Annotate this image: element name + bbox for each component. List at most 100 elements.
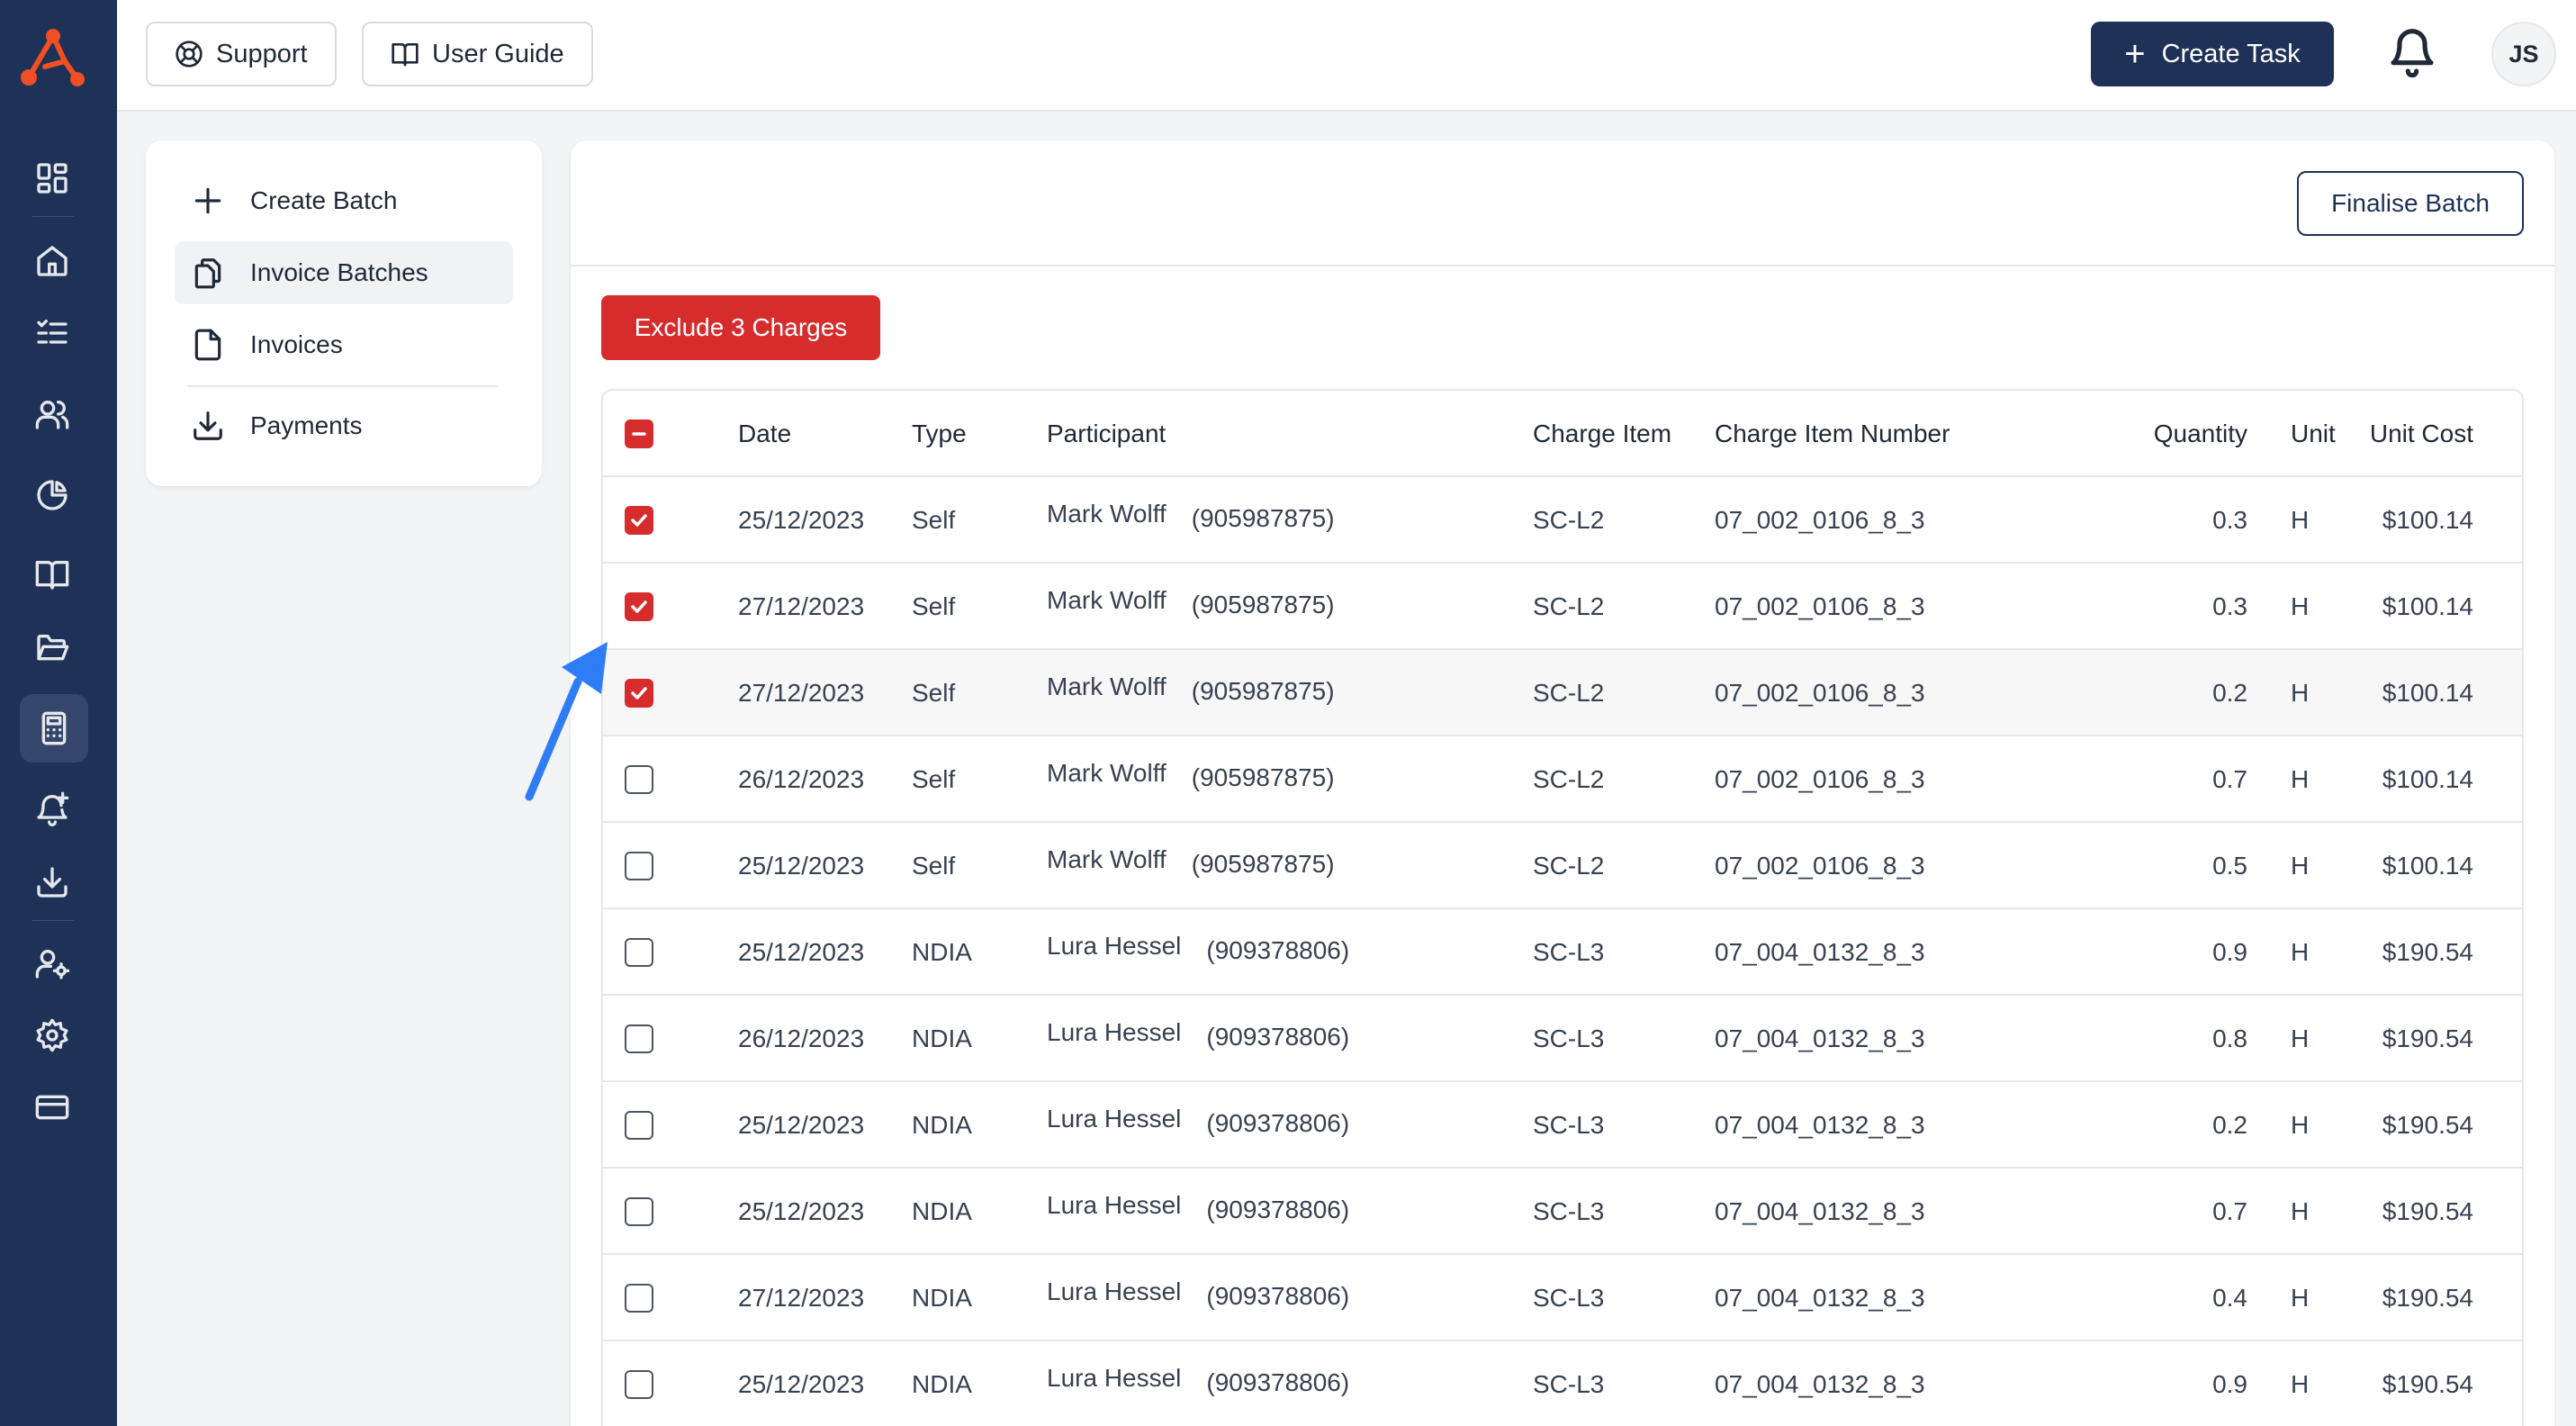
user-settings-icon[interactable] — [25, 936, 79, 990]
cell-type: NDIA — [912, 1024, 972, 1052]
tasks-icon[interactable] — [25, 306, 79, 360]
cell-date: 27/12/2023 — [738, 679, 865, 707]
row-checkbox[interactable] — [625, 765, 653, 794]
menu-item-create-batch[interactable]: Create Batch — [175, 169, 513, 232]
pie-chart-icon[interactable] — [25, 468, 79, 522]
app-logo[interactable] — [18, 25, 88, 90]
cell-type: NDIA — [912, 1370, 972, 1398]
menu-item-invoices[interactable]: Invoices — [175, 313, 513, 376]
row-checkbox[interactable] — [625, 938, 653, 967]
row-checkbox[interactable] — [625, 1284, 653, 1313]
dashboard-icon[interactable] — [25, 151, 79, 205]
cell-type: NDIA — [912, 1111, 972, 1139]
create-task-button[interactable]: + Create Task — [2091, 22, 2334, 86]
row-checkbox[interactable] — [625, 1024, 653, 1053]
table-row[interactable]: 25/12/2023 NDIA Lura Hessel (909378806) SC-L… — [603, 1082, 2522, 1169]
cell-quantity: 0.4 — [2212, 1284, 2247, 1312]
finalise-batch-button[interactable]: Finalise Batch — [2297, 171, 2524, 236]
support-button[interactable]: Support — [146, 22, 337, 86]
avatar-initials: JS — [2508, 40, 2539, 68]
table-row[interactable]: 26/12/2023 NDIA Lura Hessel (909378806) SC-L… — [603, 996, 2522, 1082]
participant-name[interactable]: Lura Hessel — [1047, 1105, 1181, 1133]
credit-card-icon[interactable] — [25, 1080, 79, 1134]
column-header-date[interactable]: Date — [738, 391, 791, 477]
cell-date: 26/12/2023 — [738, 765, 865, 793]
cell-type: Self — [912, 506, 956, 534]
cell-date: 25/12/2023 — [738, 1111, 865, 1139]
participant-name[interactable]: Lura Hessel — [1047, 1191, 1181, 1220]
participant-name[interactable]: Mark Wolff — [1047, 500, 1166, 528]
table-row[interactable]: 26/12/2023 Self Mark Wolff (905987875) SC-L2… — [603, 736, 2522, 823]
table-row[interactable]: 25/12/2023 NDIA Lura Hessel (909378806) SC-L… — [603, 1341, 2522, 1426]
row-checkbox[interactable] — [625, 679, 653, 708]
participant-name[interactable]: Mark Wolff — [1047, 845, 1166, 874]
top-bar: Support User Guide + Create Task JS — [117, 0, 2576, 112]
cell-charge-item: SC-L3 — [1533, 1197, 1605, 1225]
column-header-participant[interactable]: Participant — [1047, 391, 1166, 477]
row-checkbox[interactable] — [625, 1111, 653, 1140]
cell-quantity: 0.3 — [2212, 592, 2247, 620]
calculator-icon[interactable] — [20, 694, 88, 763]
cell-unit-cost: $190.54 — [2382, 938, 2473, 966]
column-header-quantity[interactable]: Quantity — [2043, 391, 2247, 477]
column-header-type[interactable]: Type — [912, 391, 967, 477]
cell-charge-item: SC-L3 — [1533, 1111, 1605, 1139]
table-row[interactable]: 25/12/2023 Self Mark Wolff (905987875) SC-L2… — [603, 823, 2522, 909]
download-icon[interactable] — [25, 855, 79, 909]
row-checkbox[interactable] — [625, 506, 653, 535]
cell-participant: Mark Wolff (905987875) — [1047, 560, 1335, 646]
users-icon[interactable] — [25, 387, 79, 441]
cell-date: 25/12/2023 — [738, 1370, 865, 1398]
table-row[interactable]: 27/12/2023 Self Mark Wolff (905987875) SC-L2… — [603, 650, 2522, 736]
participant-name[interactable]: Mark Wolff — [1047, 759, 1166, 788]
cell-charge-item: SC-L2 — [1533, 765, 1605, 793]
home-icon[interactable] — [25, 234, 79, 288]
cell-date: 25/12/2023 — [738, 1197, 865, 1225]
column-header-charge-item-number[interactable]: Charge Item Number — [1715, 391, 1950, 477]
select-all-checkbox[interactable] — [625, 420, 653, 448]
menu-item-invoice-batches[interactable]: Invoice Batches — [175, 241, 513, 304]
column-header-unit[interactable]: Unit — [2291, 391, 2336, 477]
participant-name[interactable]: Mark Wolff — [1047, 672, 1166, 701]
book-icon[interactable] — [25, 547, 79, 601]
cell-type: Self — [912, 765, 956, 793]
table-row[interactable]: 25/12/2023 Self Mark Wolff (905987875) SC-L2… — [603, 477, 2522, 564]
table-row[interactable]: 25/12/2023 NDIA Lura Hessel (909378806) SC-L… — [603, 1169, 2522, 1255]
cell-date: 27/12/2023 — [738, 592, 865, 620]
cell-date: 25/12/2023 — [738, 938, 865, 966]
invoices-side-menu: Create Batch Invoice Batches Invoices Pa… — [146, 140, 542, 486]
participant-name[interactable]: Lura Hessel — [1047, 1364, 1181, 1393]
cell-charge-item: SC-L3 — [1533, 1284, 1605, 1312]
cell-charge-item: SC-L2 — [1533, 592, 1605, 620]
table-row[interactable]: 27/12/2023 NDIA Lura Hessel (909378806) SC-L… — [603, 1255, 2522, 1341]
participant-name[interactable]: Lura Hessel — [1047, 1018, 1181, 1047]
participant-id: (905987875) — [1191, 850, 1335, 878]
table-row[interactable]: 25/12/2023 NDIA Lura Hessel (909378806) SC-L… — [603, 909, 2522, 996]
gear-icon[interactable] — [25, 1008, 79, 1062]
cell-charge-item-number: 07_004_0132_8_3 — [1715, 1024, 1925, 1052]
cell-quantity: 0.5 — [2212, 852, 2247, 880]
column-header-charge-item[interactable]: Charge Item — [1533, 391, 1671, 477]
row-checkbox[interactable] — [625, 852, 653, 880]
participant-name[interactable]: Lura Hessel — [1047, 1277, 1181, 1306]
bell-plus-icon[interactable] — [25, 781, 79, 835]
row-checkbox[interactable] — [625, 1370, 653, 1399]
user-avatar[interactable]: JS — [2491, 22, 2556, 86]
menu-item-payments[interactable]: Payments — [175, 394, 513, 457]
menu-item-label: Invoice Batches — [250, 258, 428, 286]
table-row[interactable]: 27/12/2023 Self Mark Wolff (905987875) SC-L2… — [603, 564, 2522, 650]
user-guide-button[interactable]: User Guide — [362, 22, 593, 86]
notifications-bell-icon[interactable] — [2387, 27, 2437, 78]
folder-icon[interactable] — [25, 621, 79, 675]
cell-type: NDIA — [912, 1284, 972, 1312]
row-checkbox[interactable] — [625, 592, 653, 621]
column-header-unit-cost[interactable]: Unit Cost — [2358, 391, 2473, 477]
exclude-charges-button[interactable]: Exclude 3 Charges — [601, 295, 880, 360]
cell-unit: H — [2291, 1197, 2310, 1225]
row-checkbox[interactable] — [625, 1197, 653, 1226]
cell-charge-item-number: 07_004_0132_8_3 — [1715, 1197, 1925, 1225]
card-header: Finalise Batch — [571, 140, 2554, 266]
participant-name[interactable]: Lura Hessel — [1047, 932, 1181, 961]
plus-icon — [194, 187, 221, 214]
participant-name[interactable]: Mark Wolff — [1047, 586, 1166, 615]
